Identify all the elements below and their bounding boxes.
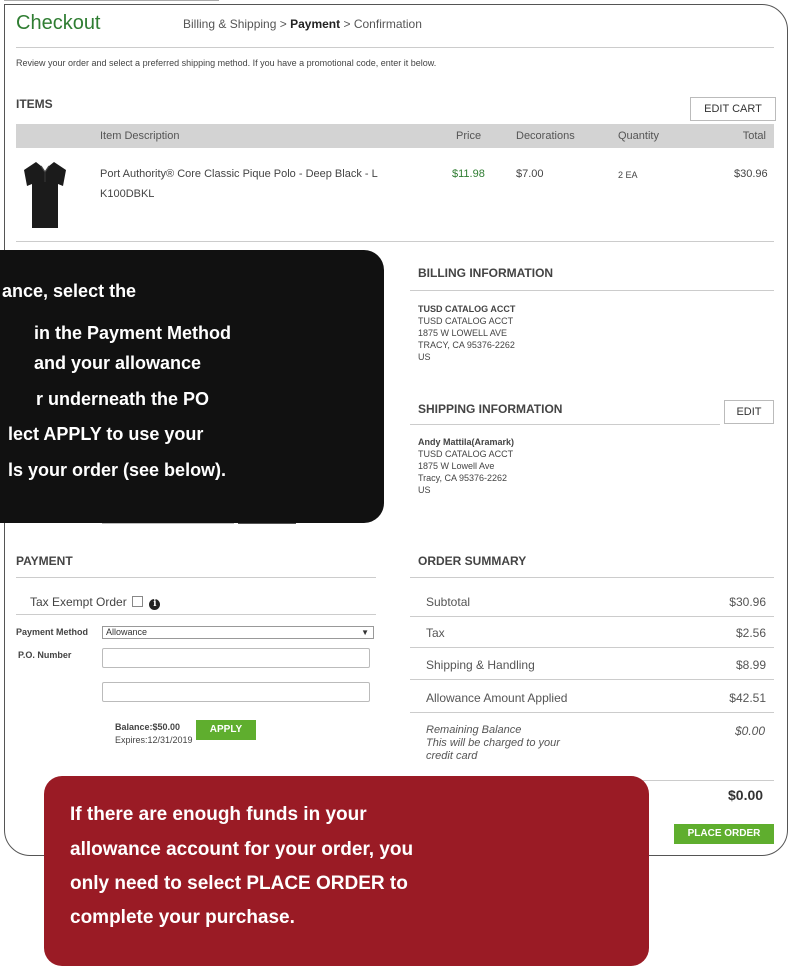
callout-line: and your allowance xyxy=(34,353,202,373)
shipping-heading: SHIPPING INFORMATION xyxy=(418,402,563,416)
billing-line: 1875 W LOWELL AVE xyxy=(418,328,508,338)
polo-shirt-image[interactable] xyxy=(22,160,68,230)
po-number-input[interactable] xyxy=(102,648,370,668)
page-title: Checkout xyxy=(16,12,101,34)
intro-text: Review your order and select a preferred… xyxy=(16,58,437,68)
payment-heading: PAYMENT xyxy=(16,554,73,568)
place-order-button[interactable]: PLACE ORDER xyxy=(674,824,774,844)
callout-line: only need to select PLACE ORDER to xyxy=(70,873,408,894)
col-quantity: Quantity xyxy=(618,130,659,142)
tax-exempt-row: Tax Exempt Order i xyxy=(30,595,161,610)
allowance-applied-value: $42.51 xyxy=(729,691,766,705)
shipping-line: US xyxy=(418,485,431,495)
remaining-balance-label: Remaining Balance This will be charged t… xyxy=(426,724,560,763)
place-order-instructions-callout: If there are enough funds in your allowa… xyxy=(44,776,649,966)
billing-heading: BILLING INFORMATION xyxy=(418,266,554,280)
remaining-balance-title: Remaining Balance xyxy=(426,724,522,736)
shipping-handling-value: $8.99 xyxy=(735,658,766,672)
edit-shipping-button[interactable]: EDIT xyxy=(724,400,774,424)
breadcrumb: Billing & Shipping > Payment > Confirmat… xyxy=(183,17,422,31)
col-price: Price xyxy=(456,130,482,142)
billing-line: TUSD CATALOG ACCT xyxy=(418,316,514,326)
item-quantity: 2 EA xyxy=(618,170,638,180)
remaining-balance-note: credit card xyxy=(426,750,478,762)
callout-line: lect APPLY to use your xyxy=(8,424,204,444)
billing-line: TRACY, CA 95376-2262 xyxy=(418,340,515,350)
allowance-applied-label: Allowance Amount Applied xyxy=(426,691,568,705)
tax-divider xyxy=(16,614,376,615)
summary-row-allowance: Allowance Amount Applied $42.51 xyxy=(410,682,774,713)
callout-line: in the Payment Method xyxy=(34,323,232,343)
callout-line: allowance account for your order, you xyxy=(70,839,414,860)
allowance-instructions-callout: ance, select the in the Payment Method a… xyxy=(0,250,384,523)
shipping-handling-label: Shipping & Handling xyxy=(426,658,535,672)
item-decorations: $7.00 xyxy=(516,168,544,180)
breadcrumb-separator: > xyxy=(343,17,351,31)
edit-cart-button[interactable]: EDIT CART xyxy=(690,97,776,121)
shipping-line: TUSD CATALOG ACCT xyxy=(418,449,514,459)
shipping-address: Andy Mattila(Aramark) TUSD CATALOG ACCT … xyxy=(418,436,514,496)
col-item-description: Item Description xyxy=(100,130,180,142)
billing-divider xyxy=(410,290,774,291)
order-total-value: $0.00 xyxy=(728,787,764,803)
tax-value: $2.56 xyxy=(735,626,766,640)
apply-button[interactable]: APPLY xyxy=(196,720,256,740)
allowance-expires: Expires:12/31/2019 xyxy=(115,735,193,745)
po-number-label: P.O. Number xyxy=(18,650,72,660)
summary-row-subtotal: Subtotal $30.96 xyxy=(410,586,774,617)
item-sku: K100DBKL xyxy=(100,188,155,200)
shipping-line: 1875 W Lowell Ave xyxy=(418,461,495,471)
item-description[interactable]: Port Authority® Core Classic Pique Polo … xyxy=(100,168,430,180)
subtotal-label: Subtotal xyxy=(426,595,471,609)
shipping-line: Tracy, CA 95376-2262 xyxy=(418,473,508,483)
billing-name: TUSD CATALOG ACCT xyxy=(418,304,516,314)
tax-exempt-checkbox[interactable] xyxy=(132,596,144,607)
callout-line: ance, select the xyxy=(2,281,137,301)
col-decorations: Decorations xyxy=(516,130,575,142)
header-divider xyxy=(16,47,774,48)
subtotal-value: $30.96 xyxy=(729,595,766,609)
breadcrumb-step-payment: Payment xyxy=(290,17,341,31)
summary-divider xyxy=(410,577,774,578)
col-total: Total xyxy=(742,130,766,142)
order-summary-heading: ORDER SUMMARY xyxy=(418,554,527,568)
billing-line: US xyxy=(418,352,431,362)
remaining-balance-value: $0.00 xyxy=(735,724,766,738)
item-total: $30.96 xyxy=(734,168,768,180)
summary-row-shipping: Shipping & Handling $8.99 xyxy=(410,649,774,680)
breadcrumb-step-billing[interactable]: Billing & Shipping xyxy=(183,17,276,31)
payment-divider xyxy=(16,577,376,578)
remaining-balance-note: This will be charged to your xyxy=(426,737,560,749)
items-table-header: Item Description Price Decorations Quant… xyxy=(16,124,774,148)
breadcrumb-step-confirmation: Confirmation xyxy=(353,17,422,31)
item-price: $11.98 xyxy=(452,168,485,180)
tax-exempt-label: Tax Exempt Order xyxy=(30,595,127,609)
shipping-divider xyxy=(410,424,720,425)
items-divider xyxy=(16,241,774,242)
callout-line: If there are enough funds in your xyxy=(70,804,367,825)
allowance-amount-input[interactable] xyxy=(102,682,370,702)
callout-line: ls your order (see below). xyxy=(8,460,227,480)
billing-address: TUSD CATALOG ACCT TUSD CATALOG ACCT 1875… xyxy=(418,303,515,363)
tax-label: Tax xyxy=(426,626,445,640)
summary-row-tax: Tax $2.56 xyxy=(410,617,774,648)
breadcrumb-separator: > xyxy=(279,17,287,31)
payment-method-label: Payment Method xyxy=(16,627,89,637)
payment-method-select[interactable]: Allowance ▼ xyxy=(102,626,374,639)
payment-method-value: Allowance xyxy=(106,627,148,637)
callout-line: complete your purchase. xyxy=(70,907,295,928)
allowance-balance: Balance:$50.00 xyxy=(115,722,181,732)
info-icon[interactable]: i xyxy=(149,599,161,610)
dropdown-arrow-icon: ▼ xyxy=(361,628,369,637)
callout-line: r underneath the PO xyxy=(36,389,210,409)
shipping-name: Andy Mattila(Aramark) xyxy=(418,437,515,447)
items-heading: ITEMS xyxy=(16,97,53,111)
